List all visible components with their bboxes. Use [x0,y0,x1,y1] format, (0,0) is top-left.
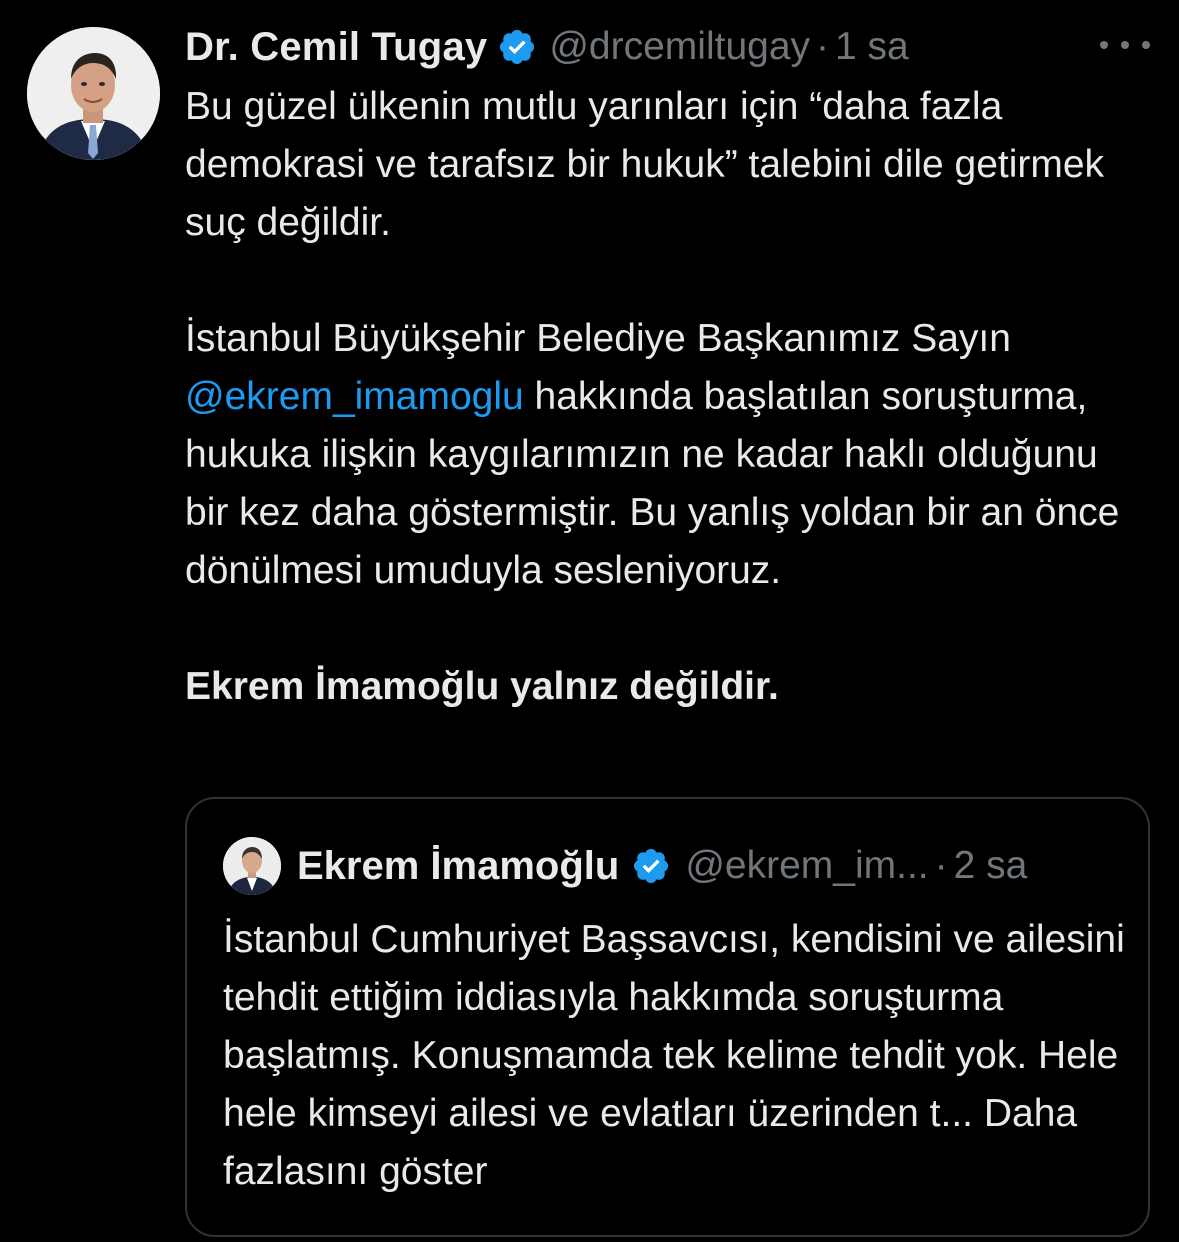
separator-dot: · [816,25,830,68]
separator-dot: · [934,844,948,887]
quoted-text: İstanbul Cumhuriyet Başsavcısı, kendisin… [223,911,1133,1201]
verified-badge-icon[interactable] [631,846,671,886]
quoted-tweet[interactable]: Ekrem İmamoğlu @ekrem_im... · 2 sa İstan… [185,797,1150,1237]
tweet-text: Bu güzel ülkenin mutlu yarınları için “d… [185,78,1145,716]
tweet-card[interactable]: Dr. Cemil Tugay @drcemiltugay · 1 sa Bu … [0,0,1179,1242]
tweet-header: Dr. Cemil Tugay @drcemiltugay · 1 sa [185,22,909,72]
author-handle[interactable]: @drcemiltugay [549,25,810,69]
quoted-author-avatar[interactable] [223,837,281,895]
author-name[interactable]: Dr. Cemil Tugay [185,25,487,70]
more-options-icon[interactable] [1100,30,1150,60]
verified-badge-icon[interactable] [497,27,537,67]
more-dot [1121,41,1129,49]
tweet-timestamp[interactable]: 1 sa [835,25,909,69]
more-dot [1142,41,1150,49]
quoted-timestamp[interactable]: 2 sa [954,844,1028,888]
tweet-paragraph: Bu güzel ülkenin mutlu yarınları için “d… [185,85,1105,244]
author-avatar[interactable] [27,27,160,160]
tweet-closing-line: Ekrem İmamoğlu yalnız değildir. [185,665,779,708]
tweet-paragraph: İstanbul Büyükşehir Belediye Başkanımız … [185,310,1145,600]
quoted-header: Ekrem İmamoğlu @ekrem_im... · 2 sa [297,841,1027,891]
paragraph-text: İstanbul Büyükşehir Belediye Başkanımız … [185,317,1011,360]
quoted-author-handle[interactable]: @ekrem_im... [685,844,928,888]
mention-link[interactable]: @ekrem_imamoglu [185,375,524,418]
quoted-author-name[interactable]: Ekrem İmamoğlu [297,844,619,889]
more-dot [1100,41,1108,49]
